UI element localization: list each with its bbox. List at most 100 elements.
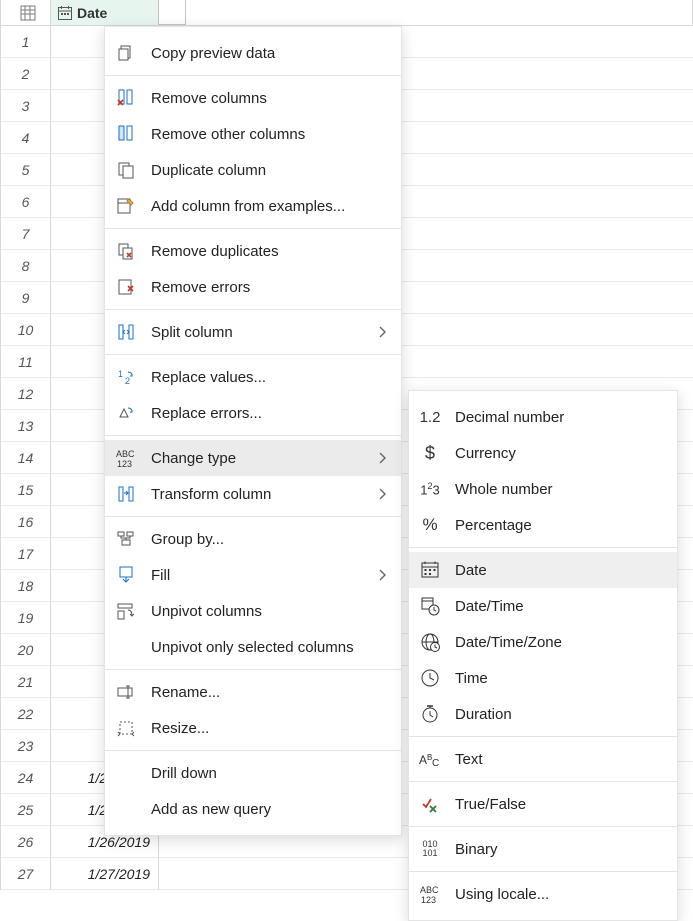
truefalse-icon — [419, 793, 441, 815]
menu-item-duplicate-column[interactable]: Duplicate column — [105, 152, 401, 188]
row-number[interactable]: 3 — [1, 90, 51, 122]
menu-item-label: Decimal number — [455, 409, 663, 426]
resize-icon — [115, 717, 137, 739]
menu-item-change-type[interactable]: ABC123 Change type — [105, 440, 401, 476]
menu-item-label: True/False — [455, 796, 663, 813]
percentage-icon: % — [419, 514, 441, 536]
submenu-item-locale[interactable]: ABC123 Using locale... — [409, 876, 677, 912]
row-number[interactable]: 8 — [1, 250, 51, 282]
menu-item-label: Whole number — [455, 481, 663, 498]
row-number[interactable]: 9 — [1, 282, 51, 314]
row-number[interactable]: 1 — [1, 26, 51, 58]
submenu-item-whole[interactable]: 123 Whole number — [409, 471, 677, 507]
menu-item-replace-values[interactable]: 12 Replace values... — [105, 359, 401, 395]
row-number[interactable]: 25 — [1, 794, 51, 826]
chevron-right-icon — [377, 568, 387, 582]
chevron-right-icon — [377, 325, 387, 339]
menu-item-label: Unpivot columns — [151, 603, 387, 620]
menu-item-drill-down[interactable]: Drill down — [105, 755, 401, 791]
menu-item-resize[interactable]: Resize... — [105, 710, 401, 746]
row-number[interactable]: 27 — [1, 858, 51, 890]
context-menu: Copy preview data Remove columns Remove … — [104, 26, 402, 836]
row-number[interactable]: 20 — [1, 634, 51, 666]
submenu-item-decimal[interactable]: 1.2 Decimal number — [409, 399, 677, 435]
submenu-item-text[interactable]: ABC Text — [409, 741, 677, 777]
row-number[interactable]: 14 — [1, 442, 51, 474]
row-number[interactable]: 4 — [1, 122, 51, 154]
submenu-item-time[interactable]: Time — [409, 660, 677, 696]
row-number[interactable]: 2 — [1, 58, 51, 90]
row-number[interactable]: 13 — [1, 410, 51, 442]
row-number[interactable]: 22 — [1, 698, 51, 730]
row-number[interactable]: 5 — [1, 154, 51, 186]
row-number[interactable]: 26 — [1, 826, 51, 858]
unpivot-icon — [115, 600, 137, 622]
svg-text:C: C — [432, 758, 439, 769]
menu-item-unpivot-selected[interactable]: Unpivot only selected columns — [105, 629, 401, 665]
row-number[interactable]: 19 — [1, 602, 51, 634]
row-number[interactable]: 6 — [1, 186, 51, 218]
text-icon: ABC — [419, 748, 441, 770]
menu-item-add-new-query[interactable]: Add as new query — [105, 791, 401, 827]
binary-icon: 010101 — [419, 838, 441, 860]
menu-item-label: Rename... — [151, 684, 387, 701]
svg-text:ABC: ABC — [116, 449, 135, 459]
remove-duplicates-icon — [115, 240, 137, 262]
row-number[interactable]: 23 — [1, 730, 51, 762]
menu-item-group-by[interactable]: Group by... — [105, 521, 401, 557]
time-icon — [419, 667, 441, 689]
column-header-blank — [159, 0, 693, 26]
menu-item-label: Resize... — [151, 720, 387, 737]
submenu-item-binary[interactable]: 010101 Binary — [409, 831, 677, 867]
decimal-icon: 1.2 — [419, 406, 441, 428]
menu-item-label: Drill down — [151, 765, 387, 782]
menu-item-copy-preview[interactable]: Copy preview data — [105, 35, 401, 71]
remove-other-columns-icon — [115, 123, 137, 145]
menu-item-fill[interactable]: Fill — [105, 557, 401, 593]
row-header-corner[interactable] — [1, 0, 51, 26]
submenu-item-datetime[interactable]: Date/Time — [409, 588, 677, 624]
row-number[interactable]: 11 — [1, 346, 51, 378]
submenu-item-truefalse[interactable]: True/False — [409, 786, 677, 822]
menu-item-split-column[interactable]: Split column — [105, 314, 401, 350]
currency-icon: $ — [419, 442, 441, 464]
menu-item-transform-column[interactable]: Transform column — [105, 476, 401, 512]
row-number[interactable]: 15 — [1, 474, 51, 506]
calendar-icon — [57, 5, 73, 21]
menu-item-label: Split column — [151, 324, 377, 341]
row-number[interactable]: 10 — [1, 314, 51, 346]
row-number[interactable]: 18 — [1, 570, 51, 602]
menu-item-add-from-examples[interactable]: Add column from examples... — [105, 188, 401, 224]
menu-item-unpivot-columns[interactable]: Unpivot columns — [105, 593, 401, 629]
row-number[interactable]: 17 — [1, 538, 51, 570]
menu-item-rename[interactable]: Rename... — [105, 674, 401, 710]
svg-text:1: 1 — [118, 369, 123, 379]
cell[interactable]: 1/27/2019 — [51, 858, 159, 890]
menu-item-remove-columns[interactable]: Remove columns — [105, 80, 401, 116]
row-number[interactable]: 16 — [1, 506, 51, 538]
submenu-item-duration[interactable]: Duration — [409, 696, 677, 732]
menu-item-label: Binary — [455, 841, 663, 858]
svg-text:123: 123 — [421, 895, 436, 905]
menu-item-label: Fill — [151, 567, 377, 584]
row-number[interactable]: 12 — [1, 378, 51, 410]
row-number[interactable]: 21 — [1, 666, 51, 698]
menu-item-label: Transform column — [151, 486, 377, 503]
column-header-date[interactable]: Date — [51, 0, 159, 26]
datetimezone-icon — [419, 631, 441, 653]
blank-icon — [115, 798, 137, 820]
submenu-item-currency[interactable]: $ Currency — [409, 435, 677, 471]
menu-item-remove-other-columns[interactable]: Remove other columns — [105, 116, 401, 152]
submenu-item-datetimezone[interactable]: Date/Time/Zone — [409, 624, 677, 660]
menu-item-remove-errors[interactable]: Remove errors — [105, 269, 401, 305]
row-number[interactable]: 7 — [1, 218, 51, 250]
remove-errors-icon — [115, 276, 137, 298]
menu-item-label: Percentage — [455, 517, 663, 534]
menu-item-replace-errors[interactable]: Replace errors... — [105, 395, 401, 431]
submenu-item-percentage[interactable]: % Percentage — [409, 507, 677, 543]
row-number[interactable]: 24 — [1, 762, 51, 794]
submenu-item-date[interactable]: Date — [409, 552, 677, 588]
menu-item-label: Currency — [455, 445, 663, 462]
menu-item-remove-duplicates[interactable]: Remove duplicates — [105, 233, 401, 269]
chevron-right-icon — [377, 451, 387, 465]
